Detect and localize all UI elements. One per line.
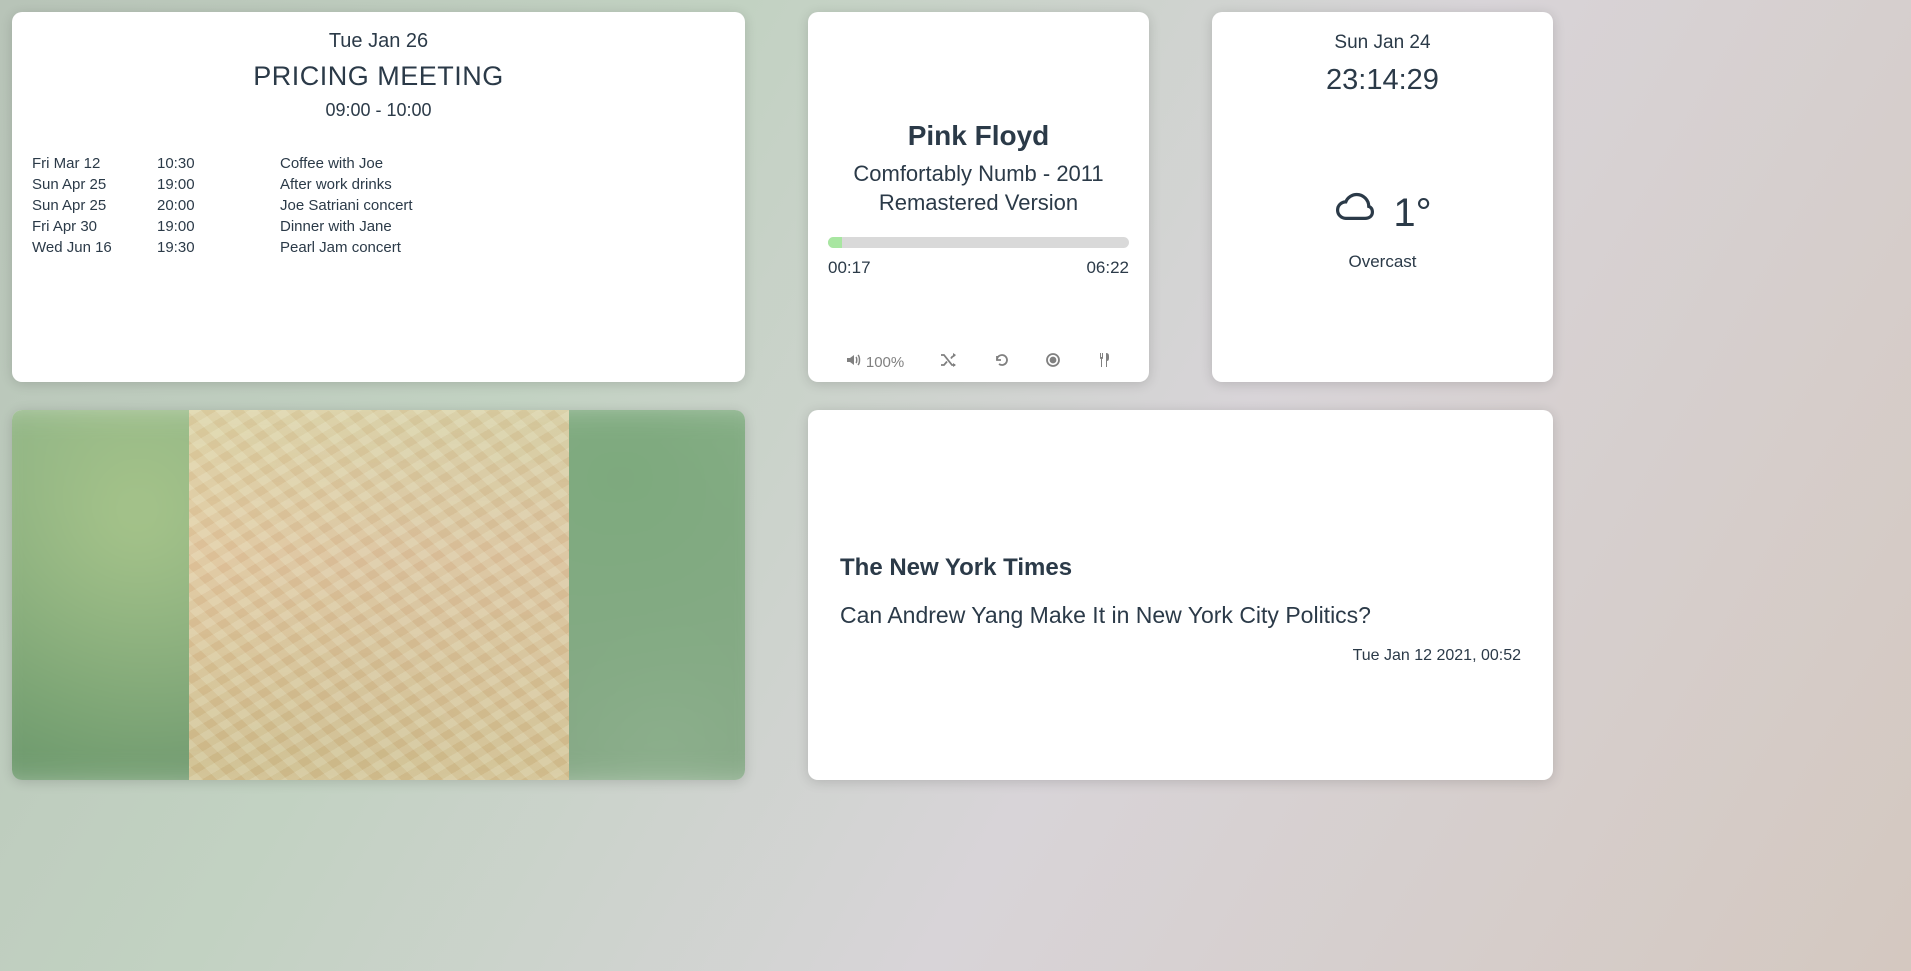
- calendar-event-list: Fri Mar 12 10:30 Coffee with Joe Sun Apr…: [32, 155, 725, 256]
- event-date: Wed Jun 16: [32, 239, 157, 256]
- calendar-next-event-time: 09:00 - 10:00: [32, 100, 725, 121]
- event-time: 19:00: [157, 176, 280, 193]
- music-track-title: Comfortably Numb - 2011 Remastered Versi…: [828, 160, 1129, 217]
- news-headline: Can Andrew Yang Make It in New York City…: [840, 602, 1521, 629]
- news-source: The New York Times: [840, 554, 1521, 582]
- volume-control[interactable]: 100%: [846, 353, 904, 371]
- calendar-event-row: Fri Apr 30 19:00 Dinner with Jane: [32, 218, 725, 235]
- event-date: Sun Apr 25: [32, 197, 157, 214]
- shuffle-icon[interactable]: [940, 352, 958, 372]
- clock-date: Sun Jan 24: [1232, 32, 1533, 54]
- weather-temperature: 1°: [1393, 191, 1431, 236]
- news-card: The New York Times Can Andrew Yang Make …: [808, 410, 1553, 780]
- music-time-elapsed: 00:17: [828, 258, 871, 278]
- clock-time: 23:14:29: [1232, 64, 1533, 97]
- event-title: Dinner with Jane: [280, 218, 725, 235]
- volume-icon: [846, 353, 862, 371]
- calendar-card: Tue Jan 26 PRICING MEETING 09:00 - 10:00…: [12, 12, 745, 382]
- event-date: Sun Apr 25: [32, 176, 157, 193]
- photo-card: [12, 410, 745, 780]
- event-time: 19:30: [157, 239, 280, 256]
- weather-condition: Overcast: [1232, 252, 1533, 272]
- photo-image: [189, 410, 569, 780]
- event-date: Fri Apr 30: [32, 218, 157, 235]
- clock-weather-card: Sun Jan 24 23:14:29 1° Overcast: [1212, 12, 1553, 382]
- event-time: 19:00: [157, 218, 280, 235]
- target-icon[interactable]: [1045, 352, 1061, 372]
- calendar-next-event-date: Tue Jan 26: [32, 30, 725, 53]
- music-time-duration: 06:22: [1086, 258, 1129, 278]
- calendar-event-row: Fri Mar 12 10:30 Coffee with Joe: [32, 155, 725, 172]
- event-title: Joe Satriani concert: [280, 197, 725, 214]
- cloud-icon: [1333, 189, 1377, 238]
- event-time: 20:00: [157, 197, 280, 214]
- news-date: Tue Jan 12 2021, 00:52: [840, 647, 1521, 665]
- volume-percent: 100%: [866, 354, 904, 371]
- event-title: After work drinks: [280, 176, 725, 193]
- event-title: Coffee with Joe: [280, 155, 725, 172]
- calendar-event-row: Wed Jun 16 19:30 Pearl Jam concert: [32, 239, 725, 256]
- event-title: Pearl Jam concert: [280, 239, 725, 256]
- calendar-event-row: Sun Apr 25 20:00 Joe Satriani concert: [32, 197, 725, 214]
- music-artist: Pink Floyd: [828, 120, 1129, 152]
- repeat-icon[interactable]: [994, 352, 1010, 372]
- music-progress-bar[interactable]: [828, 237, 1129, 248]
- calendar-event-row: Sun Apr 25 19:00 After work drinks: [32, 176, 725, 193]
- event-time: 10:30: [157, 155, 280, 172]
- event-date: Fri Mar 12: [32, 155, 157, 172]
- music-player-card: Pink Floyd Comfortably Numb - 2011 Remas…: [808, 12, 1149, 382]
- utensils-icon[interactable]: [1097, 352, 1111, 372]
- calendar-next-event-title: PRICING MEETING: [32, 61, 725, 92]
- music-progress-fill: [828, 237, 842, 248]
